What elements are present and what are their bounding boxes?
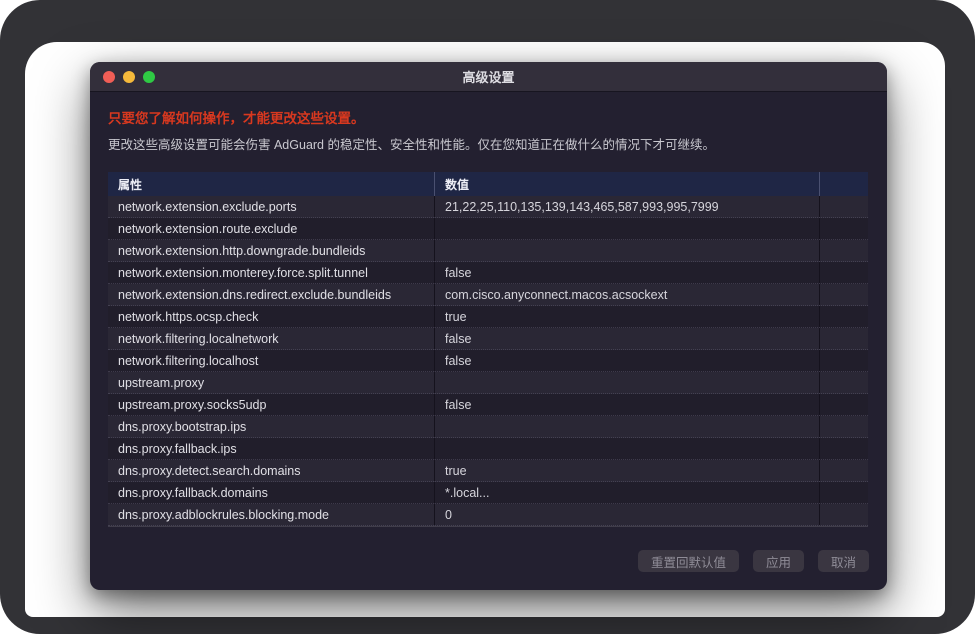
table-row[interactable]: dns.proxy.fallback.domains *.local... — [108, 482, 868, 504]
property-cell: upstream.proxy.socks5udp — [108, 394, 435, 415]
column-header-value[interactable]: 数值 — [435, 172, 820, 196]
minimize-button[interactable] — [123, 71, 135, 83]
desktop-background: 高级设置 只要您了解如何操作，才能更改这些设置。 更改这些高级设置可能会伤害 A… — [25, 42, 945, 617]
extra-cell — [820, 350, 868, 371]
value-cell: *.local... — [435, 482, 820, 503]
property-cell: network.extension.http.downgrade.bundlei… — [108, 240, 435, 261]
cancel-button[interactable]: 取消 — [818, 550, 869, 572]
extra-cell — [820, 416, 868, 437]
dialog-footer: 重置回默认值 应用 取消 — [638, 550, 869, 572]
extra-cell — [820, 328, 868, 349]
property-cell: dns.proxy.fallback.domains — [108, 482, 435, 503]
value-cell: false — [435, 262, 820, 283]
table-row[interactable]: dns.proxy.fallback.ips — [108, 438, 868, 460]
extra-cell — [820, 284, 868, 305]
table-row[interactable]: dns.proxy.detect.search.domains true — [108, 460, 868, 482]
property-cell: dns.proxy.detect.search.domains — [108, 460, 435, 481]
dialog-content: 只要您了解如何操作，才能更改这些设置。 更改这些高级设置可能会伤害 AdGuar… — [90, 107, 887, 527]
extra-cell — [820, 482, 868, 503]
table-body: network.extension.exclude.ports 21,22,25… — [108, 196, 868, 526]
reset-defaults-button[interactable]: 重置回默认值 — [638, 550, 739, 572]
apply-button[interactable]: 应用 — [753, 550, 804, 572]
table-row[interactable]: network.extension.exclude.ports 21,22,25… — [108, 196, 868, 218]
value-cell — [435, 218, 820, 239]
table-row[interactable]: network.https.ocsp.check true — [108, 306, 868, 328]
extra-cell — [820, 306, 868, 327]
property-cell: network.filtering.localnetwork — [108, 328, 435, 349]
dialog-title: 高级设置 — [90, 67, 887, 86]
value-cell: com.cisco.anyconnect.macos.acsockext — [435, 284, 820, 305]
property-cell: network.extension.exclude.ports — [108, 196, 435, 217]
value-cell — [435, 438, 820, 459]
close-button[interactable] — [103, 71, 115, 83]
property-cell: upstream.proxy — [108, 372, 435, 393]
value-cell — [435, 240, 820, 261]
outer-frame: 高级设置 只要您了解如何操作，才能更改这些设置。 更改这些高级设置可能会伤害 A… — [0, 0, 975, 634]
column-header-property[interactable]: 属性 — [108, 172, 435, 196]
value-cell: true — [435, 460, 820, 481]
extra-cell — [820, 218, 868, 239]
value-cell: false — [435, 328, 820, 349]
dialog-titlebar[interactable]: 高级设置 — [90, 62, 887, 92]
description-text: 更改这些高级设置可能会伤害 AdGuard 的稳定性、安全性和性能。仅在您知道正… — [108, 134, 869, 153]
extra-cell — [820, 196, 868, 217]
property-cell: network.filtering.localhost — [108, 350, 435, 371]
zoom-button[interactable] — [143, 71, 155, 83]
table-row[interactable]: network.extension.http.downgrade.bundlei… — [108, 240, 868, 262]
property-cell: network.extension.monterey.force.split.t… — [108, 262, 435, 283]
settings-table: 属性 数值 network.extension.exclude.ports 21… — [108, 172, 868, 527]
property-cell: network.https.ocsp.check — [108, 306, 435, 327]
table-row[interactable]: dns.proxy.adblockrules.blocking.mode 0 — [108, 504, 868, 526]
property-cell: dns.proxy.bootstrap.ips — [108, 416, 435, 437]
warning-text: 只要您了解如何操作，才能更改这些设置。 — [108, 107, 869, 127]
table-row[interactable]: network.extension.route.exclude — [108, 218, 868, 240]
table-row[interactable]: upstream.proxy — [108, 372, 868, 394]
column-header-extra[interactable] — [820, 172, 868, 196]
extra-cell — [820, 372, 868, 393]
table-header-row: 属性 数值 — [108, 172, 868, 196]
table-row[interactable]: dns.proxy.bootstrap.ips — [108, 416, 868, 438]
extra-cell — [820, 240, 868, 261]
extra-cell — [820, 460, 868, 481]
table-row[interactable]: upstream.proxy.socks5udp false — [108, 394, 868, 416]
table-row[interactable]: network.filtering.localnetwork false — [108, 328, 868, 350]
table-row[interactable]: network.extension.monterey.force.split.t… — [108, 262, 868, 284]
value-cell: 21,22,25,110,135,139,143,465,587,993,995… — [435, 196, 820, 217]
value-cell: false — [435, 350, 820, 371]
traffic-lights — [90, 71, 155, 83]
value-cell — [435, 416, 820, 437]
property-cell: dns.proxy.adblockrules.blocking.mode — [108, 504, 435, 525]
value-cell: 0 — [435, 504, 820, 525]
advanced-settings-dialog: 高级设置 只要您了解如何操作，才能更改这些设置。 更改这些高级设置可能会伤害 A… — [90, 62, 887, 590]
extra-cell — [820, 394, 868, 415]
extra-cell — [820, 438, 868, 459]
value-cell: false — [435, 394, 820, 415]
property-cell: network.extension.route.exclude — [108, 218, 435, 239]
table-row[interactable]: network.filtering.localhost false — [108, 350, 868, 372]
table-row[interactable]: network.extension.dns.redirect.exclude.b… — [108, 284, 868, 306]
extra-cell — [820, 262, 868, 283]
value-cell: true — [435, 306, 820, 327]
value-cell — [435, 372, 820, 393]
extra-cell — [820, 504, 868, 525]
property-cell: network.extension.dns.redirect.exclude.b… — [108, 284, 435, 305]
property-cell: dns.proxy.fallback.ips — [108, 438, 435, 459]
